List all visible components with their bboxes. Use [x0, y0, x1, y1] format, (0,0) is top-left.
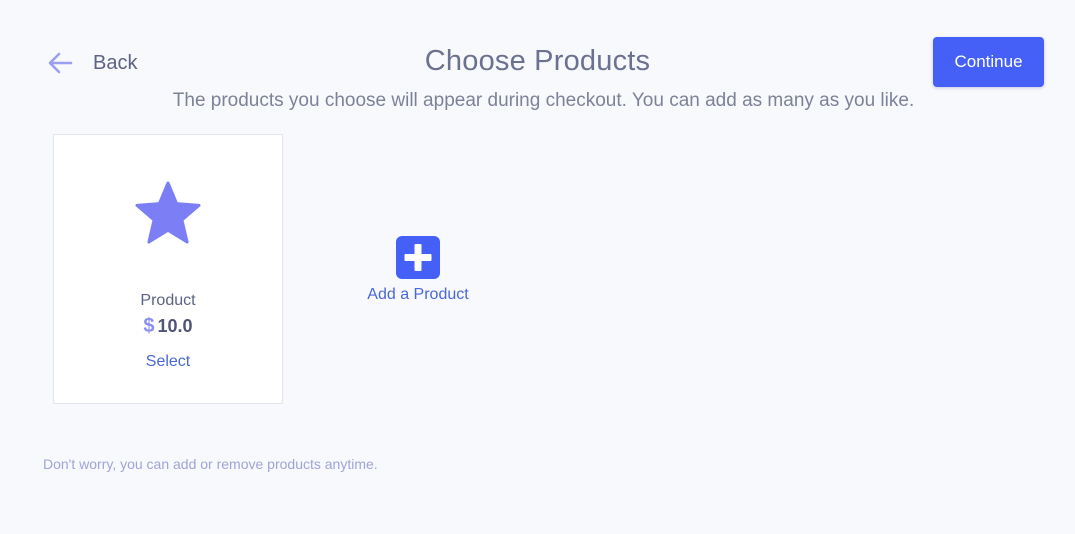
product-name: Product: [140, 292, 196, 309]
continue-button[interactable]: Continue: [933, 37, 1044, 87]
add-product-button[interactable]: Add a Product: [340, 236, 496, 304]
price-value: 10.0: [157, 316, 193, 336]
star-icon: [134, 180, 202, 246]
plus-square-icon: [396, 236, 440, 279]
select-product-link[interactable]: Select: [54, 353, 282, 371]
product-price: $10.0: [54, 315, 282, 338]
page-title: Choose Products: [424, 45, 651, 77]
footnote: Don't worry, you can add or remove produ…: [43, 456, 378, 472]
page-subtitle: The products you choose will appear duri…: [172, 90, 915, 111]
currency-symbol: $: [143, 315, 155, 337]
product-card: Product $10.0 Select: [53, 134, 283, 404]
add-product-label: Add a Product: [367, 286, 469, 303]
